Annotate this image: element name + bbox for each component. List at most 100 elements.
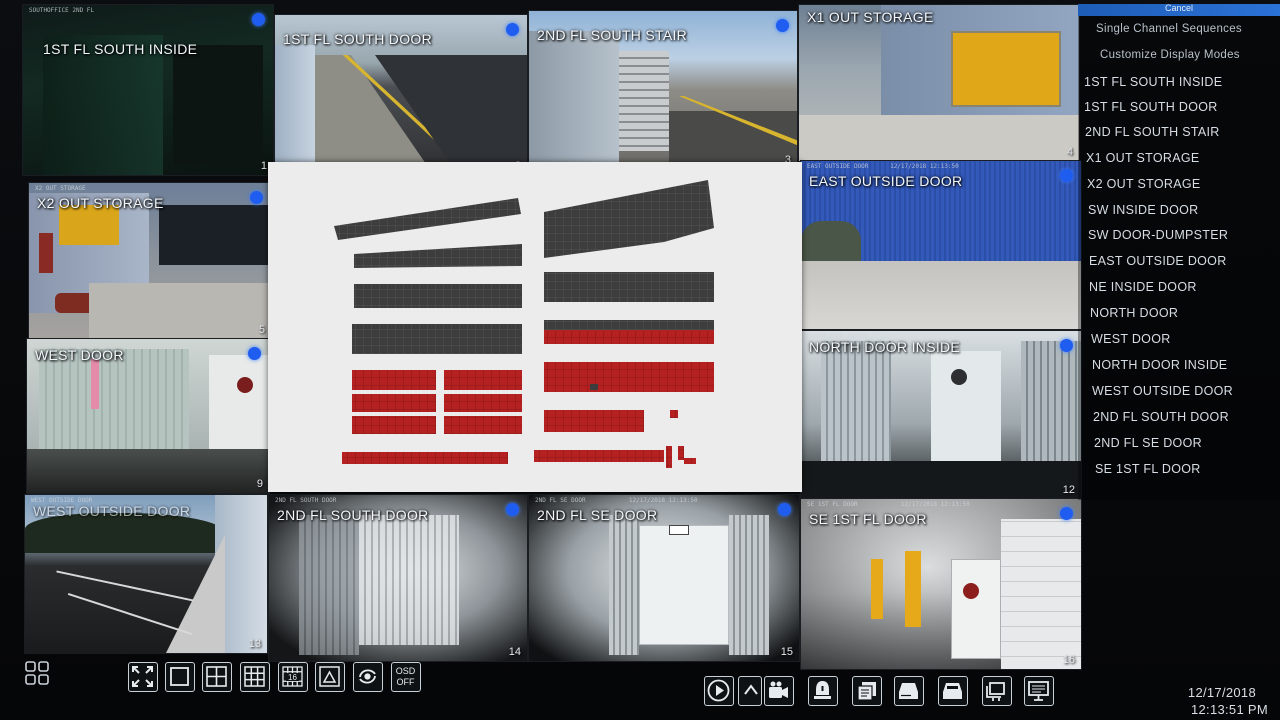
camera-tile-east-outside[interactable]: EAST OUTSIDE DOOR 12/17/2018 12:13:50 EA… <box>800 160 1082 330</box>
monitor-button[interactable] <box>1024 676 1054 706</box>
clock-date: 12/17/2018 <box>1187 685 1256 700</box>
playback-button[interactable] <box>704 676 734 706</box>
menu-camera-1st-fl-south-door[interactable]: 1ST FL SOUTH DOOR <box>1084 100 1218 114</box>
search-button[interactable] <box>852 676 882 706</box>
osd-label-line1: OSD <box>396 666 416 676</box>
menu-camera-north-door[interactable]: NORTH DOOR <box>1090 306 1178 320</box>
camera-title: X1 OUT STORAGE <box>807 9 934 25</box>
camera-title: 2ND FL SOUTH STAIR <box>537 27 688 43</box>
sixteen-view-label: 16 <box>288 673 297 682</box>
menu-icon[interactable] <box>24 660 50 686</box>
menu-customize-display-modes[interactable]: Customize Display Modes <box>1100 49 1240 61</box>
menu-camera-ne-inside-door[interactable]: NE INSIDE DOOR <box>1089 280 1197 294</box>
camera-status-dot[interactable] <box>1060 339 1073 352</box>
single-view-button[interactable] <box>165 662 195 692</box>
menu-camera-2nd-fl-south-door[interactable]: 2ND FL SOUTH DOOR <box>1093 410 1229 424</box>
network-icon <box>986 682 1005 701</box>
search-icon <box>857 682 876 701</box>
pip-view-button[interactable] <box>315 662 345 692</box>
sixteen-view-icon: 16 <box>282 666 303 687</box>
camera-tile-16[interactable]: SE 1ST FL DOOR 12/17/2018 12:13:50 SE 1S… <box>800 498 1082 670</box>
menu-camera-west-outside-door[interactable]: WEST OUTSIDE DOOR <box>1092 384 1233 398</box>
camera-tile-14[interactable]: 2ND FL SOUTH DOOR 2ND FL SOUTH DOOR 14 <box>268 494 528 662</box>
osd-icon: OSD OFF <box>396 666 416 687</box>
camera-number: 1 <box>260 160 267 172</box>
playback-icon <box>707 679 730 702</box>
sequence-icon <box>359 669 376 684</box>
menu-camera-se-1st-fl-door[interactable]: SE 1ST FL DOOR <box>1095 462 1201 476</box>
quad-view-button[interactable] <box>202 662 232 692</box>
record-icon <box>769 681 788 698</box>
camera-tile-13[interactable]: WEST OUTSIDE DOOR WEST OUTSIDE DOOR 13 <box>24 494 268 654</box>
camera-title: X2 OUT STORAGE <box>37 195 164 211</box>
camera-info-text: SOUTHOFFICE 2ND FL <box>29 7 95 14</box>
camera-status-dot[interactable] <box>506 503 519 516</box>
camera-number: 9 <box>256 478 263 490</box>
camera-title: WEST OUTSIDE DOOR <box>33 503 191 519</box>
overlay-graphic-panel <box>268 162 802 492</box>
camera-tile-5[interactable]: X2 OUT STORAGE X2 OUT STORAGE 5 <box>28 182 272 340</box>
menu-camera-x2-out-storage[interactable]: X2 OUT STORAGE <box>1087 177 1201 191</box>
camera-tile-3[interactable]: 2ND FL SOUTH STAIR 3 <box>528 10 798 170</box>
camera-tile-15[interactable]: 2ND FL SE DOOR 12/17/2018 12:13:50 2ND F… <box>528 494 800 662</box>
menu-single-channel-sequences[interactable]: Single Channel Sequences <box>1096 23 1242 35</box>
camera-title: 1ST FL SOUTH DOOR <box>283 31 433 47</box>
camera-status-dot[interactable] <box>252 13 265 26</box>
backup-button[interactable] <box>938 676 968 706</box>
camera-status-dot[interactable] <box>1060 169 1073 182</box>
dvr-monitor-screen: SOUTHOFFICE 2ND FL 1ST FL SOUTH INSIDE 1… <box>0 0 1280 720</box>
alarm-button[interactable] <box>808 676 838 706</box>
camera-status-dot[interactable] <box>776 19 789 32</box>
camera-status-dot[interactable] <box>250 191 263 204</box>
hdd-icon <box>899 683 918 699</box>
menu-camera-1st-fl-south-inside[interactable]: 1ST FL SOUTH INSIDE <box>1084 75 1222 89</box>
expand-up-icon <box>744 684 758 695</box>
camera-info-text: X2 OUT STORAGE <box>35 185 86 192</box>
backup-icon <box>943 683 962 699</box>
menu-camera-x1-out-storage[interactable]: X1 OUT STORAGE <box>1086 151 1200 165</box>
fullscreen-button[interactable] <box>128 662 158 692</box>
sidebar-cancel-bar[interactable]: Cancel <box>1078 4 1280 16</box>
osd-toggle-button[interactable]: OSD OFF <box>391 662 421 692</box>
block-graphic <box>334 180 714 468</box>
sidebar-cancel-label: Cancel <box>1164 3 1193 13</box>
camera-tile-2[interactable]: 1ST FL SOUTH DOOR 2 <box>274 14 528 176</box>
sixteen-view-button[interactable]: 16 <box>278 662 308 692</box>
hdd-button[interactable] <box>894 676 924 706</box>
network-button[interactable] <box>982 676 1012 706</box>
menu-camera-north-door-inside[interactable]: NORTH DOOR INSIDE <box>1092 358 1227 372</box>
single-view-icon <box>170 667 189 686</box>
record-button[interactable] <box>764 676 794 706</box>
monitor-icon <box>1028 681 1049 701</box>
nine-view-icon <box>244 666 265 687</box>
expand-up-button[interactable] <box>738 676 762 706</box>
camera-number: 4 <box>1066 146 1073 158</box>
camera-number: 5 <box>258 324 265 336</box>
sidebar-menu: Cancel Single Channel Sequences Customiz… <box>1078 4 1280 500</box>
sequence-button[interactable] <box>353 662 383 692</box>
camera-status-dot[interactable] <box>778 503 791 516</box>
camera-title: 2ND FL SE DOOR <box>537 507 658 523</box>
clock-time: 12:13:51 PM <box>1190 702 1268 717</box>
camera-number: 12 <box>1062 484 1075 496</box>
camera-tile-9[interactable]: WEST DOOR 9 <box>26 338 270 494</box>
menu-camera-2nd-fl-south-stair[interactable]: 2ND FL SOUTH STAIR <box>1085 125 1220 139</box>
pip-view-icon <box>319 666 340 687</box>
camera-status-dot[interactable] <box>506 23 519 36</box>
menu-camera-east-outside-door[interactable]: EAST OUTSIDE DOOR <box>1089 254 1227 268</box>
menu-camera-sw-inside-door[interactable]: SW INSIDE DOOR <box>1088 203 1198 217</box>
menu-camera-sw-door-dumpster[interactable]: SW DOOR-DUMPSTER <box>1088 228 1228 242</box>
camera-tile-12[interactable]: NORTH DOOR INSIDE NORTH DOOR INSIDE 12 <box>800 330 1082 500</box>
nine-view-button[interactable] <box>240 662 270 692</box>
camera-number: 13 <box>248 638 261 650</box>
camera-info-text: EAST OUTSIDE DOOR 12/17/2018 12:13:50 <box>807 163 959 170</box>
quad-view-icon <box>206 666 227 687</box>
alarm-icon <box>814 681 831 699</box>
bottom-toolbar: 16 OSD OFF 12/17/2018 12:13:51 PM <box>0 652 1280 720</box>
menu-camera-2nd-fl-se-door[interactable]: 2ND FL SE DOOR <box>1094 436 1202 450</box>
camera-tile-4[interactable]: X1 OUT STORAGE 4 <box>798 4 1080 162</box>
camera-status-dot[interactable] <box>1060 507 1073 520</box>
menu-camera-west-door[interactable]: WEST DOOR <box>1091 332 1171 346</box>
camera-status-dot[interactable] <box>248 347 261 360</box>
camera-tile-1[interactable]: SOUTHOFFICE 2ND FL 1ST FL SOUTH INSIDE 1 <box>22 4 274 176</box>
